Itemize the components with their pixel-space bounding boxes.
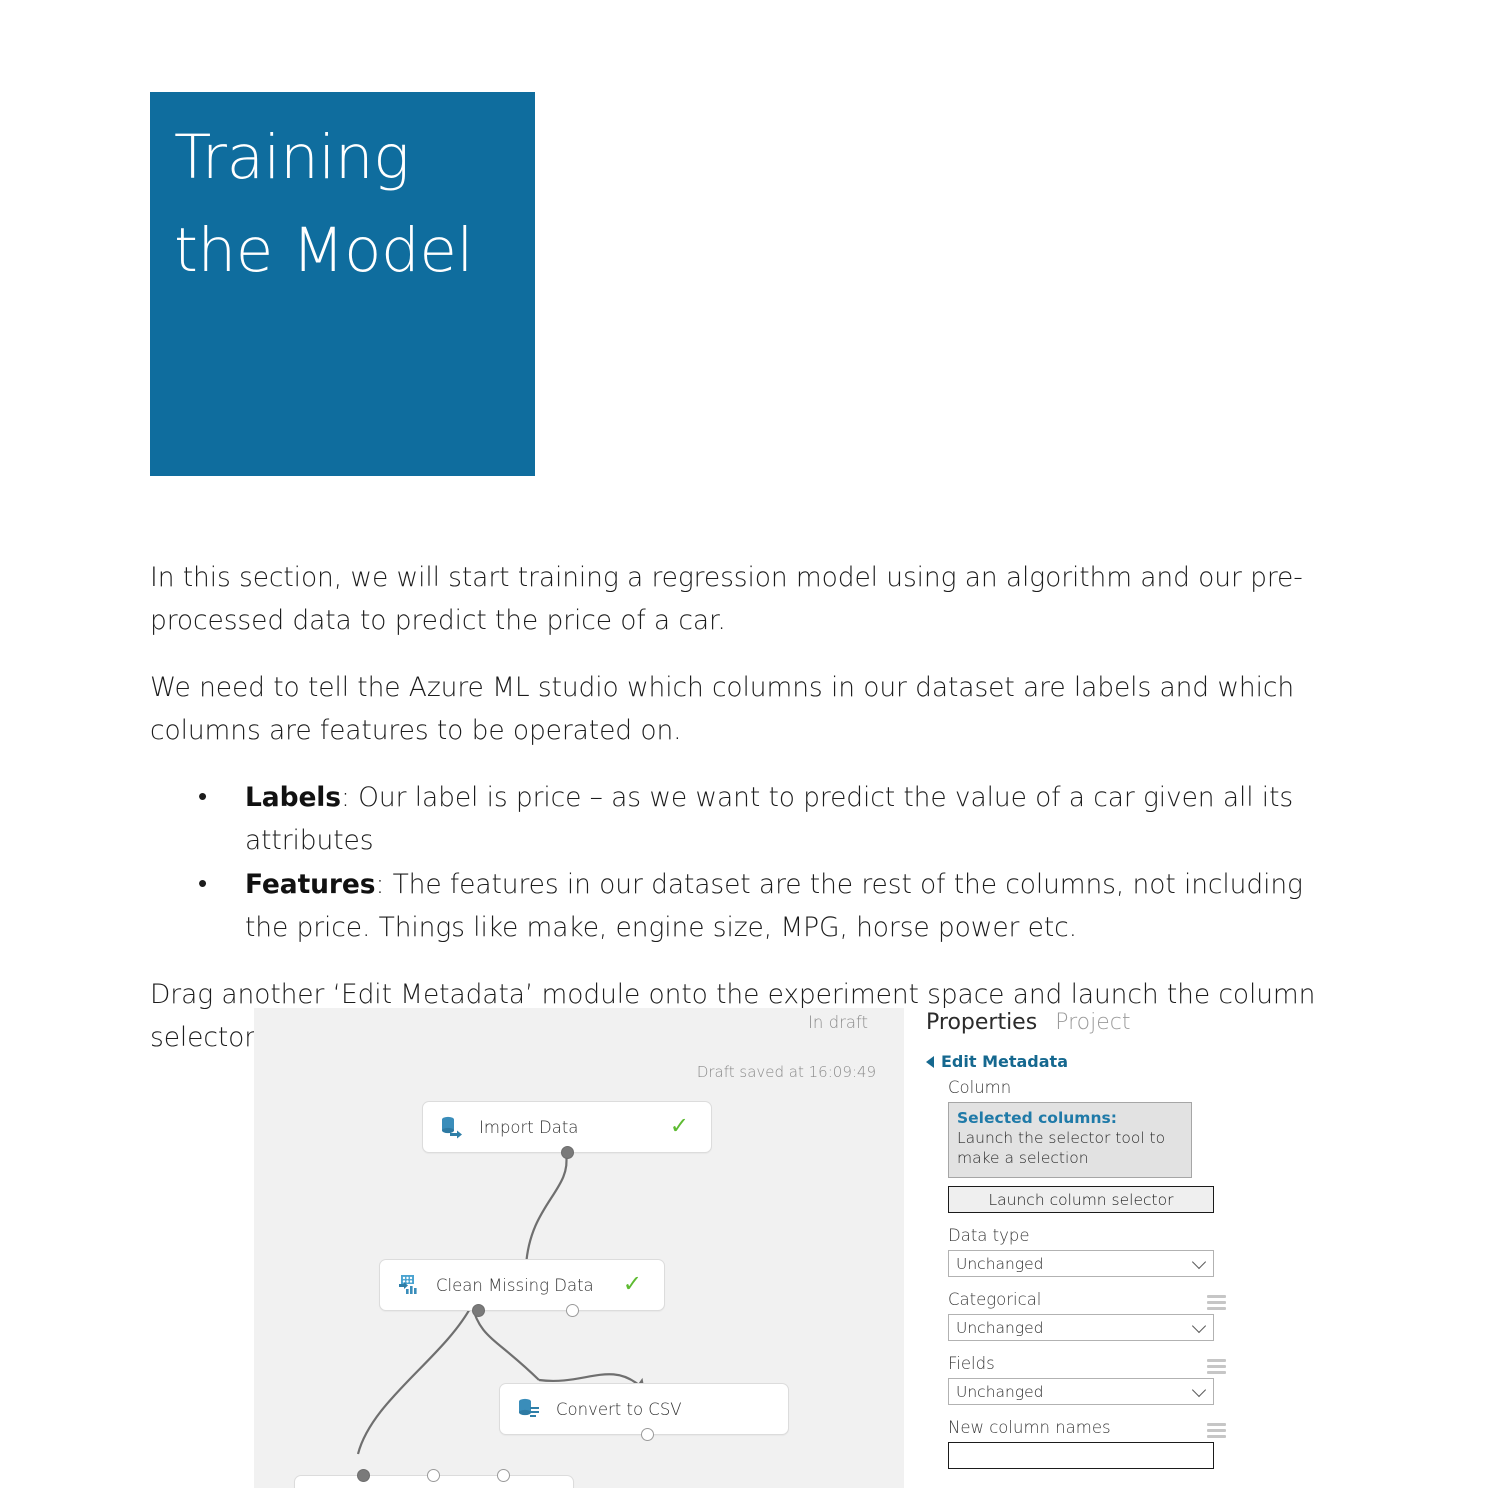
bullet-text: : The features in our dataset are the re… xyxy=(245,869,1303,943)
properties-pane: Properties Project Edit Metadata Column … xyxy=(904,1008,1254,1488)
select-categorical[interactable]: Unchanged xyxy=(948,1314,1214,1341)
field-label-categorical: Categorical xyxy=(948,1290,1042,1309)
green-check-icon: ✓ xyxy=(622,1271,642,1298)
bullet-dot-icon: • xyxy=(198,869,208,899)
output-port[interactable] xyxy=(561,1146,574,1159)
launch-column-selector-button[interactable]: Launch column selector xyxy=(948,1186,1214,1213)
chevron-down-icon[interactable] xyxy=(1191,1382,1207,1397)
document-body: In this section, we will start training … xyxy=(150,556,1350,1083)
parameter-range-icon[interactable] xyxy=(1207,1294,1226,1310)
database-csv-icon xyxy=(514,1394,544,1424)
experiment-canvas[interactable]: In draft Draft saved at 16:09:49 Import … xyxy=(254,1008,904,1488)
green-check-icon: ✓ xyxy=(669,1113,689,1140)
chevron-down-icon[interactable] xyxy=(1191,1254,1207,1269)
properties-fields: Column Selected columns: Launch the sele… xyxy=(948,1078,1228,1469)
draft-status-label: In draft xyxy=(808,1013,868,1032)
select-value: Unchanged xyxy=(956,1254,1044,1273)
selected-columns-text: Launch the selector tool to make a selec… xyxy=(957,1129,1166,1167)
select-value: Unchanged xyxy=(956,1318,1044,1337)
output-port[interactable] xyxy=(641,1428,654,1441)
selected-columns-title: Selected columns: xyxy=(957,1109,1117,1127)
chevron-collapse-icon[interactable] xyxy=(926,1055,934,1068)
parameter-range-icon[interactable] xyxy=(1207,1422,1226,1438)
select-fields[interactable]: Unchanged xyxy=(948,1378,1214,1405)
page-title: Training the Model xyxy=(174,122,474,286)
field-header-categorical: Categorical xyxy=(948,1290,1228,1314)
field-label-data-type: Data type xyxy=(948,1226,1030,1245)
paragraph-intro: In this section, we will start training … xyxy=(150,562,1303,636)
module-label: Import Data xyxy=(479,1117,579,1137)
output-port-b[interactable] xyxy=(497,1469,510,1482)
bullet-dot-icon: • xyxy=(198,782,208,812)
bullet-text: : Our label is price – as we want to pre… xyxy=(245,782,1294,856)
embedded-screenshot: In draft Draft saved at 16:09:49 Import … xyxy=(254,1008,1254,1488)
tab-project[interactable]: Project xyxy=(1055,1010,1130,1035)
list-item: • Labels: Our label is price – as we want… xyxy=(150,776,1350,862)
tab-properties[interactable]: Properties xyxy=(926,1010,1037,1035)
field-label-column: Column xyxy=(948,1078,1012,1097)
properties-group-header[interactable]: Edit Metadata xyxy=(926,1052,1068,1071)
select-value: Unchanged xyxy=(956,1382,1044,1401)
field-header-new-column-names: New column names xyxy=(948,1418,1228,1442)
output-port-left[interactable] xyxy=(472,1304,485,1317)
database-import-icon xyxy=(437,1112,467,1142)
field-header-fields: Fields xyxy=(948,1354,1228,1378)
data-grid-chart-icon xyxy=(394,1270,424,1300)
module-label: Clean Missing Data xyxy=(436,1275,594,1295)
bullet-lead: Labels xyxy=(245,782,341,813)
list-item: • Features: The features in our dataset a… xyxy=(150,863,1350,949)
paragraph-columns: We need to tell the Azure ML studio whic… xyxy=(150,672,1295,746)
group-title-label: Edit Metadata xyxy=(941,1052,1068,1071)
chevron-down-icon[interactable] xyxy=(1191,1318,1207,1333)
bullet-lead: Features xyxy=(245,869,376,900)
parameter-range-icon[interactable] xyxy=(1207,1358,1226,1374)
input-port[interactable] xyxy=(357,1469,370,1482)
field-label-fields: Fields xyxy=(948,1354,995,1373)
module-import-data[interactable]: Import Data ✓ xyxy=(422,1101,712,1159)
module-convert-to-csv[interactable]: Convert to CSV xyxy=(499,1383,789,1441)
new-column-names-input[interactable] xyxy=(948,1442,1214,1469)
module-label: Convert to CSV xyxy=(556,1399,682,1419)
bullet-list: • Labels: Our label is price – as we want… xyxy=(150,776,1350,949)
select-data-type[interactable]: Unchanged xyxy=(948,1250,1214,1277)
module-clean-missing-data[interactable]: Clean Missing Data ✓ xyxy=(379,1259,665,1317)
output-port-a[interactable] xyxy=(427,1469,440,1482)
module-partially-visible[interactable] xyxy=(294,1469,574,1488)
draft-saved-label: Draft saved at 16:09:49 xyxy=(696,1063,876,1081)
output-port-right[interactable] xyxy=(566,1304,579,1317)
selected-columns-box: Selected columns: Launch the selector to… xyxy=(948,1102,1192,1178)
field-label-new-column-names: New column names xyxy=(948,1418,1111,1437)
properties-tabs: Properties Project xyxy=(926,1010,1130,1035)
section-title-block: Training the Model xyxy=(150,92,535,476)
